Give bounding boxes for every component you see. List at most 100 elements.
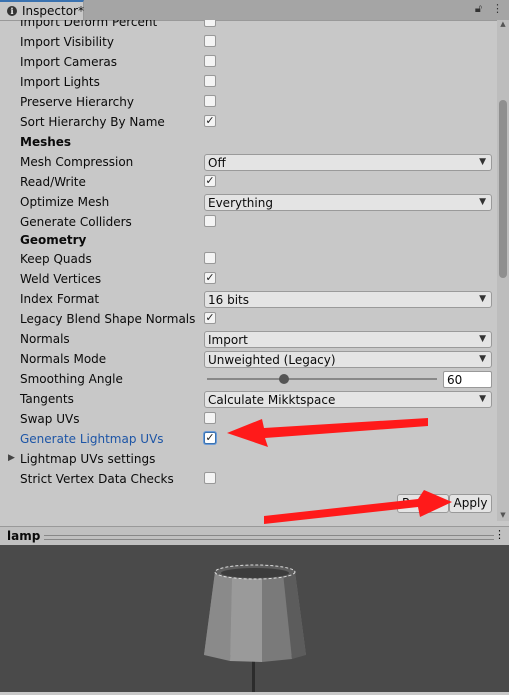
strict-vertex-label: Strict Vertex Data Checks: [20, 472, 174, 486]
index-format-dropdown[interactable]: 16 bits ▼: [204, 291, 492, 308]
lock-icon[interactable]: 🔓︎: [475, 2, 482, 16]
row-generate-lightmap-uvs: Generate Lightmap UVs ✓: [0, 429, 497, 449]
preserve-hierarchy-checkbox[interactable]: [204, 95, 216, 107]
dropdown-arrow-icon: ▼: [479, 354, 486, 364]
tab-bar: i Inspector* 🔓︎ ⋮: [0, 0, 509, 21]
foldout-arrow-icon[interactable]: ▶: [8, 453, 15, 463]
dropdown-arrow-icon: ▼: [479, 294, 486, 304]
row-weld-vertices: Weld Vertices ✓: [0, 269, 497, 289]
tangents-label: Tangents: [20, 392, 74, 406]
row-geometry-header: Geometry: [0, 230, 497, 250]
revert-button[interactable]: Revert: [397, 494, 449, 513]
row-meshes-header: Meshes: [0, 132, 497, 152]
preview-header[interactable]: lamp ⋮: [0, 526, 509, 546]
row-read-write: Read/Write ✓: [0, 172, 497, 192]
row-smoothing-angle: Smoothing Angle 60: [0, 369, 497, 389]
strict-vertex-checkbox[interactable]: [204, 472, 216, 484]
sort-hierarchy-checkbox[interactable]: ✓: [204, 115, 216, 127]
preview-title: lamp: [7, 529, 41, 543]
index-format-value: 16 bits: [208, 293, 249, 307]
dropdown-arrow-icon: ▼: [479, 197, 486, 207]
row-normals-mode: Normals Mode Unweighted (Legacy) ▼: [0, 349, 497, 369]
smoothing-angle-slider-knob[interactable]: [278, 374, 289, 384]
tab-inspector[interactable]: i Inspector*: [0, 0, 84, 20]
import-lights-checkbox[interactable]: [204, 75, 216, 87]
sort-hierarchy-label: Sort Hierarchy By Name: [20, 115, 165, 129]
legacy-blend-checkbox[interactable]: ✓: [204, 312, 216, 324]
scroll-down-icon[interactable]: ▼: [497, 511, 509, 521]
generate-lightmap-uvs-checkbox[interactable]: ✓: [204, 432, 216, 444]
more-icon[interactable]: ⋮: [492, 2, 503, 16]
smoothing-angle-field[interactable]: 60: [443, 371, 492, 388]
smoothing-angle-slider-track[interactable]: [207, 378, 437, 380]
mesh-compression-value: Off: [208, 156, 226, 170]
import-visibility-label: Import Visibility: [20, 35, 114, 49]
row-lightmap-uvs-settings: ▶ Lightmap UVs settings: [0, 449, 497, 469]
row-keep-quads: Keep Quads: [0, 249, 497, 269]
row-legacy-blend: Legacy Blend Shape Normals ✓: [0, 309, 497, 329]
keep-quads-label: Keep Quads: [20, 252, 92, 266]
generate-lightmap-uvs-label: Generate Lightmap UVs: [20, 432, 164, 446]
import-lights-label: Import Lights: [20, 75, 100, 89]
row-index-format: Index Format 16 bits ▼: [0, 289, 497, 309]
read-write-label: Read/Write: [20, 175, 86, 189]
preserve-hierarchy-label: Preserve Hierarchy: [20, 95, 134, 109]
row-tangents: Tangents Calculate Mikktspace ▼: [0, 389, 497, 409]
tangents-dropdown[interactable]: Calculate Mikktspace ▼: [204, 391, 492, 408]
normals-mode-label: Normals Mode: [20, 352, 107, 366]
scrollbar-thumb[interactable]: [499, 100, 507, 278]
generate-colliders-checkbox[interactable]: [204, 215, 216, 227]
optimize-mesh-value: Everything: [208, 196, 273, 210]
normals-mode-value: Unweighted (Legacy): [208, 353, 336, 367]
lamp-model: [204, 564, 306, 692]
dropdown-arrow-icon: ▼: [479, 394, 486, 404]
read-write-checkbox[interactable]: ✓: [204, 175, 216, 187]
apply-button[interactable]: Apply: [449, 494, 492, 513]
row-import-cameras: Import Cameras: [0, 52, 497, 72]
row-mesh-compression: Mesh Compression Off ▼: [0, 152, 497, 172]
row-strict-vertex: Strict Vertex Data Checks: [0, 469, 497, 489]
mesh-compression-dropdown[interactable]: Off ▼: [204, 154, 492, 171]
row-normals: Normals Import ▼: [0, 329, 497, 349]
row-sort-hierarchy: Sort Hierarchy By Name ✓: [0, 112, 497, 132]
row-swap-uvs: Swap UVs: [0, 409, 497, 429]
normals-dropdown[interactable]: Import ▼: [204, 331, 492, 348]
scroll-up-icon[interactable]: ▲: [497, 20, 509, 30]
row-import-lights: Import Lights: [0, 72, 497, 92]
normals-mode-dropdown[interactable]: Unweighted (Legacy) ▼: [204, 351, 492, 368]
smoothing-angle-label: Smoothing Angle: [20, 372, 123, 386]
import-visibility-checkbox[interactable]: [204, 35, 216, 47]
lightmap-uvs-settings-label[interactable]: Lightmap UVs settings: [20, 452, 155, 466]
generate-colliders-label: Generate Colliders: [20, 215, 132, 229]
import-cameras-label: Import Cameras: [20, 55, 117, 69]
swap-uvs-label: Swap UVs: [20, 412, 80, 426]
info-icon: i: [7, 6, 17, 16]
drag-handle[interactable]: [44, 535, 494, 540]
keep-quads-checkbox[interactable]: [204, 252, 216, 264]
dropdown-arrow-icon: ▼: [479, 157, 486, 167]
import-deform-percent-checkbox[interactable]: [204, 20, 216, 27]
row-optimize-mesh: Optimize Mesh Everything ▼: [0, 192, 497, 212]
geometry-header-label: Geometry: [20, 233, 87, 247]
mesh-compression-label: Mesh Compression: [20, 155, 134, 169]
optimize-mesh-label: Optimize Mesh: [20, 195, 110, 209]
vertical-scrollbar[interactable]: ▲ ▼: [497, 20, 509, 521]
tangents-value: Calculate Mikktspace: [208, 393, 336, 407]
smoothing-angle-value: 60: [447, 373, 463, 387]
row-import-visibility: Import Visibility: [0, 32, 497, 52]
normals-label: Normals: [20, 332, 70, 346]
more-icon[interactable]: ⋮: [494, 528, 505, 541]
import-deform-percent-label: Import Deform Percent: [20, 20, 158, 29]
mesh-preview[interactable]: [0, 545, 509, 692]
legacy-blend-label: Legacy Blend Shape Normals: [20, 312, 196, 326]
row-import-deform-percent: Import Deform Percent: [0, 20, 497, 32]
weld-vertices-checkbox[interactable]: ✓: [204, 272, 216, 284]
row-generate-colliders: Generate Colliders: [0, 212, 497, 232]
swap-uvs-checkbox[interactable]: [204, 412, 216, 424]
optimize-mesh-dropdown[interactable]: Everything ▼: [204, 194, 492, 211]
import-cameras-checkbox[interactable]: [204, 55, 216, 67]
tab-title: Inspector*: [22, 4, 84, 18]
index-format-label: Index Format: [20, 292, 100, 306]
import-settings-panel: Import Deform Percent Import Visibility Im…: [0, 20, 497, 521]
row-preserve-hierarchy: Preserve Hierarchy: [0, 92, 497, 112]
